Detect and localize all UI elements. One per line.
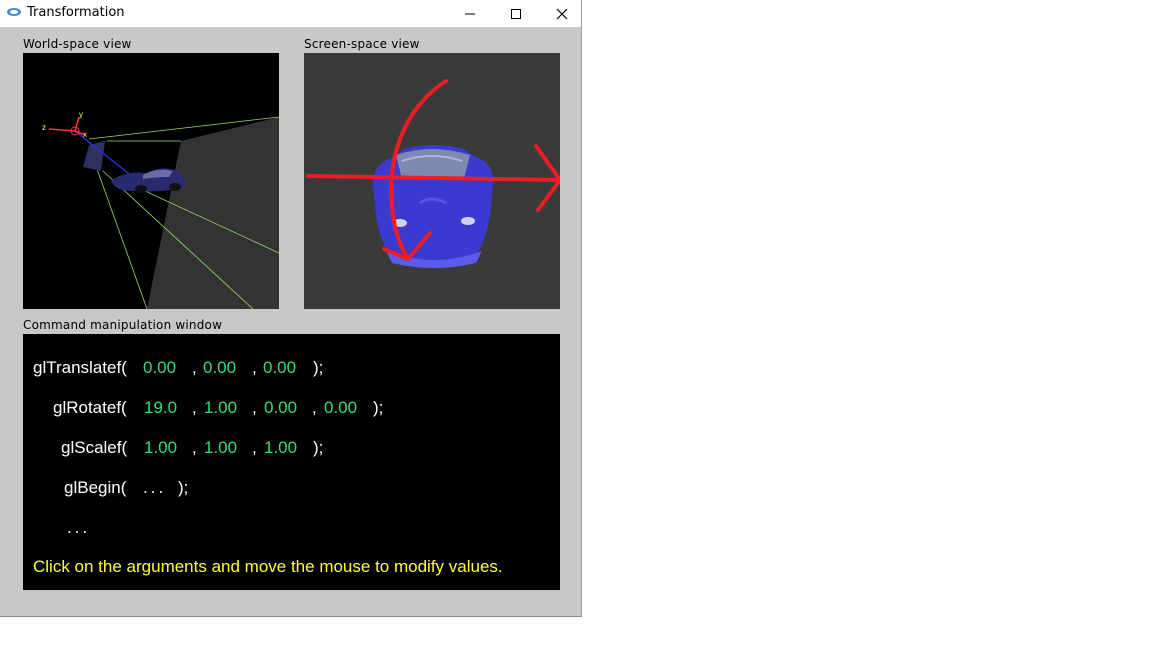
- scale-sep-2: ,: [252, 438, 257, 457]
- code-ellipsis: ...: [67, 518, 91, 537]
- glbegin-name: glBegin(: [64, 478, 127, 497]
- glbegin-close: );: [178, 478, 189, 497]
- translate-close: );: [313, 358, 324, 377]
- glrotate-command: glRotatef(: [53, 398, 127, 418]
- app-icon: [7, 8, 21, 16]
- scale-y-arg[interactable]: 1.00: [204, 438, 237, 458]
- app-window: Transformation World-space view Screen-s…: [0, 0, 582, 617]
- title-bar[interactable]: Transformation: [0, 0, 581, 27]
- car-model-small: [111, 168, 186, 193]
- command-window-label: Command manipulation window: [23, 318, 223, 332]
- rotate-sep-3: ,: [312, 398, 317, 417]
- maximize-button[interactable]: [493, 0, 539, 27]
- glscale-command: glScalef(: [61, 438, 127, 458]
- rotate-y-arg[interactable]: 0.00: [264, 398, 297, 418]
- rotate-z-arg[interactable]: 0.00: [324, 398, 357, 418]
- glrotate-name: glRotatef(: [53, 398, 127, 417]
- scale-x-arg[interactable]: 1.00: [144, 438, 177, 458]
- close-button[interactable]: [539, 0, 585, 27]
- glscale-name: glScalef(: [61, 438, 128, 457]
- world-scene: z y x: [42, 110, 279, 309]
- screen-space-label: Screen-space view: [304, 37, 420, 51]
- screen-scene: [306, 79, 560, 268]
- minimize-button[interactable]: [447, 0, 493, 27]
- world-space-label: World-space view: [23, 37, 132, 51]
- rotate-sep-1: ,: [192, 398, 197, 417]
- scale-close: );: [313, 438, 324, 457]
- x-axis-label: x: [83, 130, 87, 139]
- rotate-angle-arg[interactable]: 19.0: [144, 398, 177, 418]
- glbegin-command: glBegin(: [64, 478, 126, 498]
- translate-sep-2: ,: [252, 358, 257, 377]
- instruction-text: Click on the arguments and move the mous…: [33, 557, 503, 576]
- translate-y-arg[interactable]: 0.00: [203, 358, 236, 378]
- maximize-icon: [511, 8, 521, 19]
- glbegin-body: ...: [143, 478, 167, 497]
- translate-x-arg[interactable]: 0.00: [143, 358, 176, 378]
- gltranslate-command: glTranslatef(: [33, 358, 127, 378]
- command-manipulation-window[interactable]: glTranslatef( 0.00 , 0.00 , 0.00 ); glRo…: [23, 334, 560, 590]
- window-title: Transformation: [27, 5, 125, 20]
- translate-z-arg[interactable]: 0.00: [263, 358, 296, 378]
- screen-space-view[interactable]: [304, 53, 560, 309]
- y-axis-label: y: [79, 110, 83, 119]
- rotate-sep-2: ,: [252, 398, 257, 417]
- translate-sep-1: ,: [192, 358, 197, 377]
- rotate-x-arg[interactable]: 1.00: [204, 398, 237, 418]
- world-space-view[interactable]: z y x: [23, 53, 279, 309]
- rotate-close: );: [373, 398, 384, 417]
- gltranslate-name: glTranslatef(: [33, 358, 127, 377]
- scale-sep-1: ,: [192, 438, 197, 457]
- z-axis-label: z: [42, 123, 46, 132]
- scale-z-arg[interactable]: 1.00: [264, 438, 297, 458]
- close-icon: [556, 8, 568, 19]
- minimize-icon: [465, 13, 475, 14]
